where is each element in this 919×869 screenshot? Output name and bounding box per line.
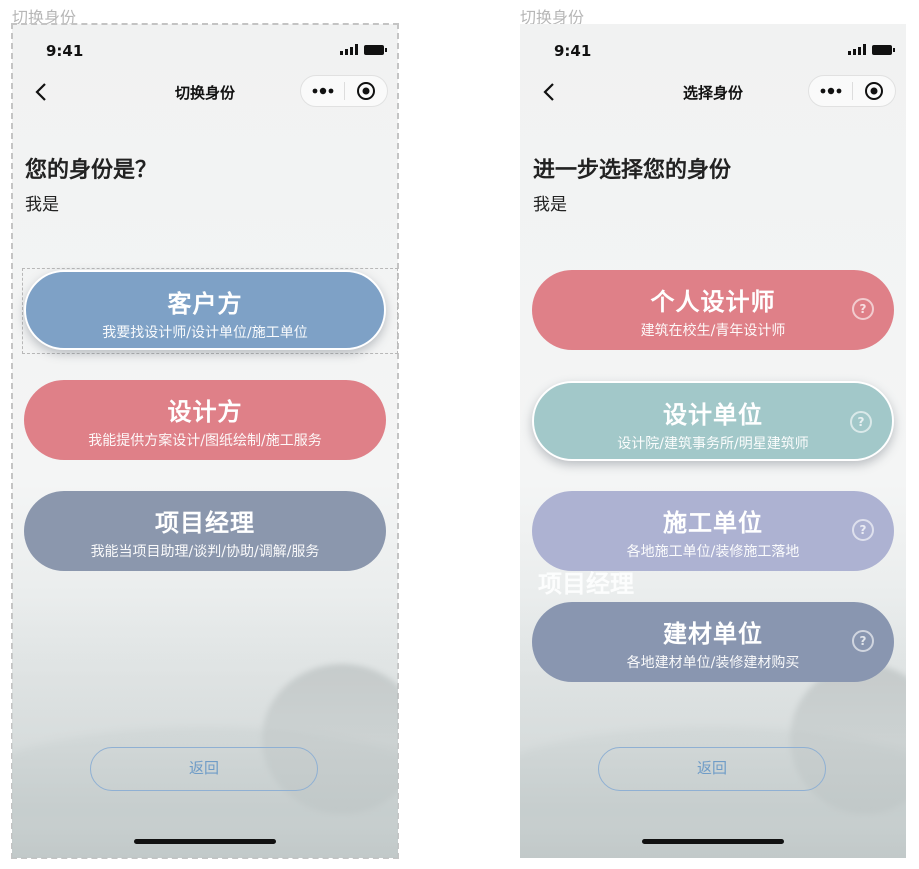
question-circle-icon[interactable]: ?: [852, 519, 874, 541]
status-time: 9:41: [46, 42, 84, 60]
option-subtitle: 建筑在校生/青年设计师: [640, 323, 786, 339]
target-icon: [357, 82, 375, 100]
option-subtitle: 我能提供方案设计/图纸绘制/施工服务: [88, 433, 322, 449]
phone-screen-left: 9:41 切换身份 您的身份是？ 我是 客户方 我要找设计师/设计单位/施工单位…: [11, 23, 399, 859]
option-designer[interactable]: 设计方 我能提供方案设计/图纸绘制/施工服务: [24, 380, 386, 460]
option-individual-designer[interactable]: 个人设计师 建筑在校生/青年设计师 ?: [532, 270, 894, 350]
option-title: 设计方: [167, 398, 243, 426]
option-title: 设计单位: [663, 401, 763, 429]
status-time: 9:41: [554, 42, 592, 60]
question-circle-icon[interactable]: ?: [852, 630, 874, 652]
close-button[interactable]: [345, 76, 387, 106]
option-subtitle: 各地施工单位/装修施工落地: [626, 544, 800, 560]
option-construction-firm[interactable]: 施工单位 各地施工单位/装修施工落地 ?: [532, 491, 894, 571]
signal-icon: [340, 44, 358, 55]
option-subtitle: 我能当项目助理/谈判/协助/调解/服务: [90, 544, 320, 560]
subheading: 我是: [533, 195, 567, 215]
home-indicator: [134, 839, 276, 844]
option-project-manager[interactable]: 项目经理 我能当项目助理/谈判/协助/调解/服务: [24, 491, 386, 571]
more-dots-icon: [312, 87, 333, 95]
more-button[interactable]: [809, 76, 852, 106]
question-circle-icon[interactable]: ?: [850, 411, 872, 433]
signal-icon: [848, 44, 866, 55]
question-heading: 进一步选择您的身份: [533, 158, 732, 183]
more-dots-icon: [820, 87, 841, 95]
background-fog: [12, 598, 398, 858]
subheading: 我是: [25, 195, 59, 215]
navigation-bar: 选择身份: [520, 72, 906, 112]
option-material-supplier[interactable]: 建材单位 各地建材单位/装修建材购买 ?: [532, 602, 894, 682]
mini-program-capsule: [300, 75, 388, 107]
option-title: 施工单位: [663, 509, 763, 537]
option-title: 客户方: [167, 290, 243, 318]
option-design-firm[interactable]: 设计单位 设计院/建筑事务所/明星建筑师 ?: [532, 381, 894, 461]
option-title: 个人设计师: [650, 288, 776, 316]
phone-screen-right: 9:41 选择身份 进一步选择您的身份 我是 个人设计师 建筑在校生/青年设计师…: [520, 24, 906, 858]
option-subtitle: 设计院/建筑事务所/明星建筑师: [617, 436, 809, 452]
back-button[interactable]: 返回: [90, 747, 318, 791]
status-icons: [848, 44, 895, 55]
target-icon: [865, 82, 883, 100]
mini-program-capsule: [808, 75, 896, 107]
more-button[interactable]: [301, 76, 344, 106]
option-subtitle: 我要找设计师/设计单位/施工单位: [102, 325, 308, 341]
battery-icon: [872, 44, 895, 55]
close-button[interactable]: [853, 76, 895, 106]
option-client[interactable]: 客户方 我要找设计师/设计单位/施工单位: [24, 270, 386, 350]
option-subtitle: 各地建材单位/装修建材购买: [626, 655, 800, 671]
option-title: 建材单位: [663, 620, 763, 648]
battery-icon: [364, 44, 387, 55]
status-icons: [340, 44, 387, 55]
question-heading: 您的身份是？: [25, 158, 158, 183]
option-title: 项目经理: [155, 509, 255, 537]
navigation-bar: 切换身份: [12, 72, 398, 112]
back-button[interactable]: 返回: [598, 747, 826, 791]
home-indicator: [642, 839, 784, 844]
question-circle-icon[interactable]: ?: [852, 298, 874, 320]
